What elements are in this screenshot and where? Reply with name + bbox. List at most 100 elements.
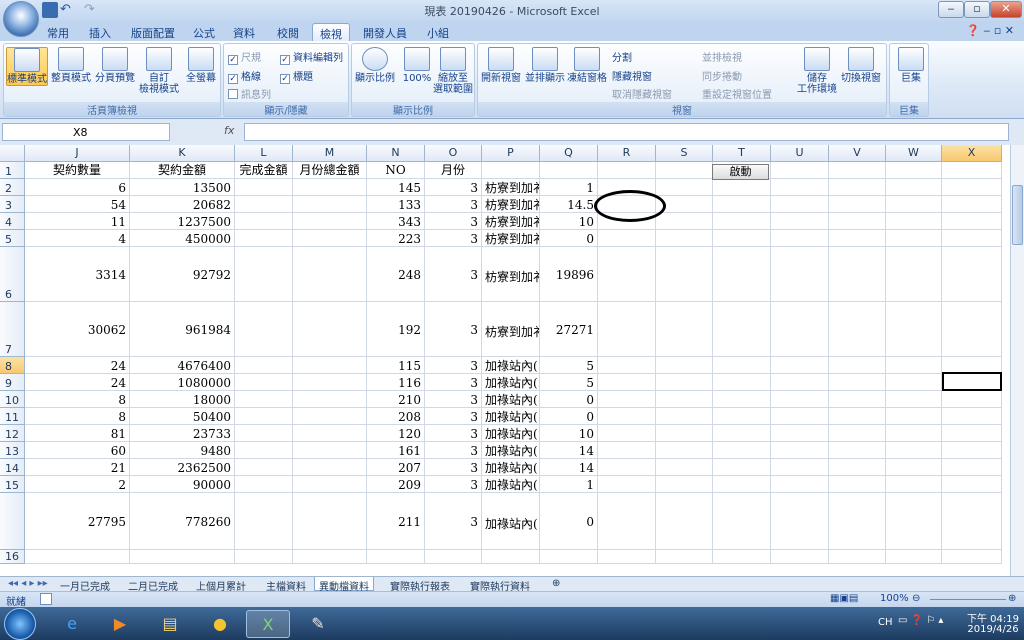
cell-w14[interactable] — [886, 459, 942, 476]
cell-u9[interactable] — [771, 374, 829, 391]
cell-r10[interactable] — [598, 391, 656, 408]
row-header[interactable]: 11 — [0, 408, 25, 425]
cell-q5[interactable]: 0 — [540, 230, 598, 247]
cell-p10[interactable]: 加祿站內( — [482, 391, 540, 408]
cell-v2[interactable] — [829, 179, 886, 196]
cell-v15[interactable] — [829, 476, 886, 493]
column-header-p[interactable]: P — [482, 145, 540, 162]
column-header-n[interactable]: N — [367, 145, 425, 162]
cell-w12[interactable] — [886, 425, 942, 442]
cell-l3[interactable] — [235, 196, 293, 213]
cell-p16[interactable] — [482, 550, 540, 564]
save-workspace-button[interactable]: 儲存 工作環境 — [796, 47, 838, 95]
sheet-nav-icon[interactable]: ◂◂ ◂ ▸ ▸▸ — [4, 577, 52, 591]
cell-r14[interactable] — [598, 459, 656, 476]
cell-wx[interactable] — [886, 493, 942, 550]
paint-icon[interactable]: ✎ — [296, 610, 340, 638]
start-macro-button[interactable]: 啟動 — [712, 164, 769, 180]
cell-r6[interactable] — [598, 247, 656, 302]
cell-o8[interactable]: 3 — [425, 357, 482, 374]
cell-u13[interactable] — [771, 442, 829, 459]
cell-p8[interactable]: 加祿站內( — [482, 357, 540, 374]
cell-s4[interactable] — [656, 213, 713, 230]
cell-o12[interactable]: 3 — [425, 425, 482, 442]
column-header-j[interactable]: J — [25, 145, 130, 162]
freeze-panes-button[interactable]: 凍結窗格 — [566, 47, 608, 84]
cell-v7[interactable] — [829, 302, 886, 357]
row-header[interactable]: 5 — [0, 230, 25, 247]
cell-w7[interactable] — [886, 302, 942, 357]
cell-q4[interactable]: 10 — [540, 213, 598, 230]
column-header-v[interactable]: V — [829, 145, 886, 162]
column-header-l[interactable]: L — [235, 145, 293, 162]
cell-x1[interactable] — [942, 162, 1002, 179]
cell-n10[interactable]: 210 — [367, 391, 425, 408]
cell-x4[interactable] — [942, 213, 1002, 230]
cell-s6[interactable] — [656, 247, 713, 302]
cell-u16[interactable] — [771, 550, 829, 564]
cell-s13[interactable] — [656, 442, 713, 459]
cell-m2[interactable] — [293, 179, 367, 196]
cell-u5[interactable] — [771, 230, 829, 247]
cell-l12[interactable] — [235, 425, 293, 442]
cell-tx[interactable] — [713, 493, 771, 550]
row-header[interactable]: 9 — [0, 374, 25, 391]
unhide-window-button[interactable]: 取消隱藏視窗 — [612, 86, 672, 101]
cell-x5[interactable] — [942, 230, 1002, 247]
cell-t12[interactable] — [713, 425, 771, 442]
cell-n15[interactable]: 209 — [367, 476, 425, 493]
row-header[interactable]: 10 — [0, 391, 25, 408]
cell-k6[interactable]: 92792 — [130, 247, 235, 302]
sheet-tab-jan[interactable]: 一月已完成 — [56, 577, 114, 593]
windows-start-button[interactable] — [4, 608, 36, 640]
column-header-q[interactable]: Q — [540, 145, 598, 162]
cell-n8[interactable]: 115 — [367, 357, 425, 374]
cell-w6[interactable] — [886, 247, 942, 302]
cell-m16[interactable] — [293, 550, 367, 564]
cell-n16[interactable] — [367, 550, 425, 564]
cell-k4[interactable]: 1237500 — [130, 213, 235, 230]
cell-x13[interactable] — [942, 442, 1002, 459]
cell-u15[interactable] — [771, 476, 829, 493]
cell-u12[interactable] — [771, 425, 829, 442]
cell-k8[interactable]: 4676400 — [130, 357, 235, 374]
tab-page-layout[interactable]: 版面配置 — [124, 23, 182, 41]
language-indicator[interactable]: CH — [878, 617, 893, 628]
page-layout-button[interactable]: 整頁模式 — [50, 47, 92, 84]
cell-x14[interactable] — [942, 459, 1002, 476]
view-mode-icons[interactable]: ▦▣▤ — [830, 593, 858, 604]
cell-n1[interactable]: NO — [367, 162, 425, 179]
cell-x3[interactable] — [942, 196, 1002, 213]
cell-w2[interactable] — [886, 179, 942, 196]
cell-s15[interactable] — [656, 476, 713, 493]
sync-scroll-button[interactable]: 同步捲動 — [702, 68, 742, 83]
cell-n13[interactable]: 161 — [367, 442, 425, 459]
cell-p11[interactable]: 加祿站內( — [482, 408, 540, 425]
cell-j13[interactable]: 60 — [25, 442, 130, 459]
cell-p5[interactable]: 枋寮到加衤 — [482, 230, 540, 247]
cell-l8[interactable] — [235, 357, 293, 374]
row-header[interactable]: 14 — [0, 459, 25, 476]
row-header[interactable]: 4 — [0, 213, 25, 230]
macros-button[interactable]: 巨集 — [890, 47, 932, 84]
cell-u11[interactable] — [771, 408, 829, 425]
cell-j9[interactable]: 24 — [25, 374, 130, 391]
cell-s1[interactable] — [656, 162, 713, 179]
column-header-o[interactable]: O — [425, 145, 482, 162]
cell-l9[interactable] — [235, 374, 293, 391]
cell-k9[interactable]: 1080000 — [130, 374, 235, 391]
cell-q2[interactable]: 1 — [540, 179, 598, 196]
cell-mx[interactable] — [293, 493, 367, 550]
cell-q15[interactable]: 1 — [540, 476, 598, 493]
zoom-in-icon[interactable]: ⊕ — [1008, 593, 1016, 604]
cell-u7[interactable] — [771, 302, 829, 357]
cell-k11[interactable]: 50400 — [130, 408, 235, 425]
row-header[interactable]: 6 — [0, 247, 25, 302]
cell-l6[interactable] — [235, 247, 293, 302]
cell-l4[interactable] — [235, 213, 293, 230]
cell-o2[interactable]: 3 — [425, 179, 482, 196]
cell-o4[interactable]: 3 — [425, 213, 482, 230]
cell-t7[interactable] — [713, 302, 771, 357]
cell-w4[interactable] — [886, 213, 942, 230]
explorer-icon[interactable]: ▤ — [148, 610, 192, 638]
